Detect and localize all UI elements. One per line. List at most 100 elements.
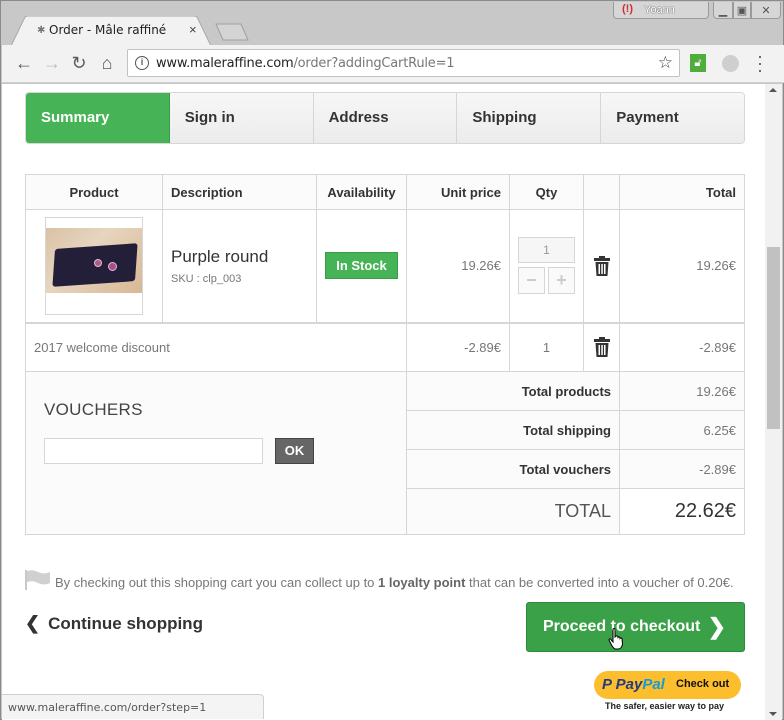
header-product: Product bbox=[25, 174, 163, 210]
paypal-tagline: The safer, easier way to pay bbox=[605, 701, 725, 711]
table-row: Purple round SKU : clp_003 In Stock 19.2… bbox=[25, 209, 745, 323]
discount-delete-cell bbox=[583, 322, 620, 372]
header-unit-price: Unit price bbox=[406, 174, 510, 210]
paypal-logo: P PayPal bbox=[602, 676, 665, 693]
quantity-stepper: 1 − + bbox=[518, 237, 575, 295]
reload-icon[interactable]: ↻ bbox=[69, 53, 89, 73]
scrollbar-thumb[interactable] bbox=[767, 247, 780, 429]
url-path: /order?addingCartRule=1 bbox=[293, 56, 455, 71]
browser-toolbar: ← → ↻ ⌂ i www.maleraffine.com/order?addi… bbox=[2, 45, 784, 83]
product-photo bbox=[46, 227, 142, 293]
page-content: Summary Sign in Address Shipping Payment… bbox=[2, 84, 765, 720]
header-description: Description bbox=[162, 174, 317, 210]
favicon-icon: ✱ bbox=[37, 25, 46, 36]
continue-shopping-label: Continue shopping bbox=[48, 614, 203, 633]
browser-window: ✱ Order - Mâle raffiné × (!) Yoann ▁ ▣ ✕… bbox=[0, 0, 784, 720]
grand-total-label: TOTAL bbox=[406, 488, 620, 535]
maximize-button[interactable]: ▣ bbox=[733, 2, 751, 19]
hand-cursor-icon bbox=[608, 628, 624, 650]
total-shipping-label: Total shipping bbox=[406, 410, 620, 450]
header-delete bbox=[583, 174, 620, 210]
flag-icon bbox=[25, 570, 50, 590]
info-icon[interactable]: i bbox=[135, 56, 149, 70]
chevron-left-icon: ❮ bbox=[25, 613, 41, 633]
unit-price: 19.26€ bbox=[406, 209, 510, 323]
discount-qty: 1 bbox=[509, 322, 584, 372]
new-tab-button[interactable] bbox=[215, 23, 249, 41]
header-total: Total bbox=[619, 174, 745, 210]
address-bar[interactable]: i www.maleraffine.com/order?addingCartRu… bbox=[127, 49, 680, 77]
product-sku: SKU : clp_003 bbox=[171, 272, 242, 285]
discount-name: 2017 welcome discount bbox=[25, 322, 407, 372]
step-summary[interactable]: Summary bbox=[26, 93, 170, 143]
cart-header-row: Product Description Availability Unit pr… bbox=[25, 174, 745, 210]
back-icon[interactable]: ← bbox=[14, 53, 34, 73]
tab-title: Order - Mâle raffiné bbox=[49, 23, 167, 37]
product-cell bbox=[25, 209, 163, 323]
paypal-checkout-button[interactable]: P PayPal Check out bbox=[594, 671, 741, 699]
window-controls: ▁ ▣ ✕ bbox=[713, 2, 781, 19]
url-text[interactable]: www.maleraffine.com/order?addingCartRule… bbox=[156, 56, 455, 71]
discount-total: -2.89€ bbox=[619, 322, 745, 372]
forward-icon[interactable]: → bbox=[42, 53, 62, 73]
proceed-to-checkout-button[interactable]: Proceed to checkout ❯ bbox=[526, 602, 745, 652]
browser-menu-icon[interactable]: · · · bbox=[756, 47, 764, 79]
paypal-pal-text: Pal bbox=[642, 676, 665, 693]
discount-row: 2017 welcome discount -2.89€ 1 -2.89€ bbox=[25, 322, 745, 372]
scroll-down-arrow-icon[interactable] bbox=[769, 712, 777, 716]
title-bar: ✱ Order - Mâle raffiné × (!) Yoann ▁ ▣ ✕ bbox=[1, 1, 783, 46]
in-stock-badge: In Stock bbox=[325, 252, 398, 280]
home-icon[interactable]: ⌂ bbox=[97, 53, 117, 73]
profile-name: Yoann bbox=[644, 4, 675, 16]
trash-icon[interactable] bbox=[593, 337, 610, 358]
voucher-form: OK bbox=[44, 438, 406, 464]
availability-cell: In Stock bbox=[316, 209, 407, 323]
total-products-row: VOUCHERS OK Total products 19.26€ bbox=[25, 371, 745, 535]
total-vouchers-value: -2.89€ bbox=[619, 449, 745, 489]
step-shipping[interactable]: Shipping bbox=[457, 93, 602, 143]
step-address[interactable]: Address bbox=[313, 93, 458, 143]
product-name-link[interactable]: Purple round bbox=[171, 247, 316, 267]
status-bar-url: www.maleraffine.com/order?step=1 bbox=[2, 694, 264, 719]
scroll-up-arrow-icon[interactable] bbox=[769, 88, 777, 92]
total-shipping-value: 6.25€ bbox=[619, 410, 745, 450]
qty-decrease-button[interactable]: − bbox=[518, 267, 545, 295]
header-availability: Availability bbox=[316, 174, 407, 210]
trash-icon[interactable] bbox=[593, 255, 610, 276]
loyalty-prefix: By checking out this shopping cart you c… bbox=[55, 575, 379, 590]
delete-cell bbox=[583, 209, 620, 323]
total-products-label: Total products bbox=[406, 371, 620, 411]
grand-total-value: 22.62€ bbox=[619, 488, 745, 535]
minimize-button[interactable]: ▁ bbox=[713, 2, 733, 19]
voucher-code-input[interactable] bbox=[44, 438, 263, 464]
product-image[interactable] bbox=[45, 216, 143, 315]
header-qty: Qty bbox=[509, 174, 584, 210]
paypal-pay-text: Pay bbox=[615, 676, 643, 693]
checkout-steps: Summary Sign in Address Shipping Payment bbox=[25, 92, 745, 144]
password-lock-extension-icon[interactable]: 🔓︎ bbox=[690, 54, 706, 72]
cufflink-shape bbox=[94, 258, 102, 267]
close-window-button[interactable]: ✕ bbox=[751, 2, 781, 19]
total-products-value: 19.26€ bbox=[619, 371, 745, 411]
bookmark-star-icon[interactable]: ☆ bbox=[658, 53, 673, 73]
loyalty-points: 1 loyalty point bbox=[378, 575, 466, 590]
line-total: 19.26€ bbox=[619, 209, 745, 323]
continue-shopping-button[interactable]: ❮ Continue shopping bbox=[25, 613, 203, 634]
browser-tab[interactable]: ✱ Order - Mâle raffiné × bbox=[11, 16, 211, 46]
chevron-right-icon: ❯ bbox=[707, 614, 726, 639]
tab-close-icon[interactable]: × bbox=[189, 22, 197, 37]
voucher-ok-button[interactable]: OK bbox=[275, 438, 314, 464]
qty-increase-button[interactable]: + bbox=[548, 267, 575, 295]
description-cell: Purple round SKU : clp_003 bbox=[162, 209, 317, 323]
extension-icon[interactable] bbox=[722, 55, 739, 72]
vertical-scrollbar[interactable] bbox=[765, 84, 782, 720]
qty-cell: 1 − + bbox=[509, 209, 584, 323]
step-sign-in[interactable]: Sign in bbox=[169, 93, 314, 143]
qty-buttons: − + bbox=[518, 267, 575, 295]
discount-unit-price: -2.89€ bbox=[406, 322, 510, 372]
profile-button[interactable]: (!) Yoann bbox=[613, 2, 709, 19]
cart-table: Product Description Availability Unit pr… bbox=[25, 174, 745, 535]
step-payment[interactable]: Payment bbox=[601, 93, 744, 143]
quantity-input[interactable]: 1 bbox=[518, 237, 575, 264]
total-vouchers-label: Total vouchers bbox=[406, 449, 620, 489]
